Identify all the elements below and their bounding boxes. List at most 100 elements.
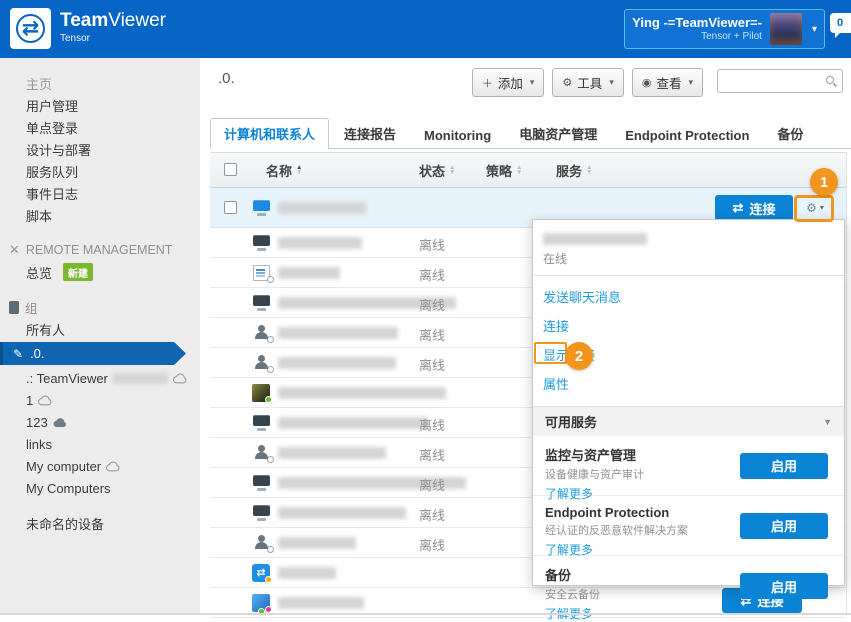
redacted-device-name <box>543 233 647 245</box>
groups-icon <box>9 301 19 314</box>
activate-button[interactable]: 启用 <box>740 513 828 539</box>
tools-button[interactable]: ⚙ 工具 ▾ <box>552 68 623 97</box>
presence-dot <box>267 366 274 373</box>
chevron-down-icon: ▼ <box>823 417 832 427</box>
chat-bubble-badge[interactable]: 0 <box>830 13 851 33</box>
device-type-icon <box>252 564 270 582</box>
view-button[interactable]: ◉ 查看 ▾ <box>632 68 703 97</box>
status-cell: 离线 <box>419 355 445 374</box>
tab[interactable]: 备份 <box>764 119 816 148</box>
connect-button[interactable]: ⇄连接 <box>715 195 793 221</box>
sidebar-group-item[interactable]: My computer <box>0 455 200 477</box>
account-license: Tensor + Pilot <box>632 31 762 44</box>
column-header[interactable]: 策略 ▲▼ <box>486 153 522 187</box>
sidebar-group-item[interactable]: .: TeamViewer <box>0 367 200 389</box>
sidebar-group-item[interactable]: links <box>0 433 200 455</box>
sidebar-item-unnamed-devices[interactable]: 未命名的设备 <box>0 512 200 534</box>
status-cell: 离线 <box>419 445 445 464</box>
status-cell: 离线 <box>419 265 445 284</box>
status-cell: 离线 <box>419 325 445 344</box>
tab[interactable]: 计算机和联系人 <box>210 118 329 149</box>
sidebar-group-item-selected[interactable]: ✎ .0. <box>0 342 186 365</box>
brand-team: Team <box>60 10 108 31</box>
search-icon <box>826 76 834 84</box>
tab-bar: 计算机和联系人连接报告Monitoring电脑资产管理Endpoint Prot… <box>210 122 851 149</box>
account-text: Ying -=TeamViewer=- Tensor + Pilot <box>632 15 762 44</box>
cloud-outline-icon <box>106 461 121 472</box>
status-cell: 离线 <box>419 235 445 254</box>
context-menu-item[interactable]: 连接 <box>533 311 844 340</box>
sidebar-item[interactable]: 脚本 <box>0 204 200 226</box>
account-name: Ying -=TeamViewer=- <box>632 15 762 31</box>
row-checkbox[interactable] <box>224 201 237 214</box>
sidebar-group-item[interactable]: 123 <box>0 411 200 433</box>
service-row: 监控与资产管理 设备健康与资产审计 了解更多 启用 <box>533 436 844 496</box>
device-context-menu: 在线 发送聊天消息连接显示连接属性 可用服务 ▼ 监控与资产管理 设备健康与资产… <box>532 219 845 586</box>
annotation-highlight-properties <box>534 342 567 364</box>
teamviewer-logo[interactable]: ⇄ <box>10 8 51 49</box>
sidebar-item[interactable]: 事件日志 <box>0 182 200 204</box>
plus-icon: ＋ <box>482 75 493 91</box>
device-type-icon <box>252 384 270 402</box>
brand-tensor: Tensor <box>60 33 166 44</box>
page-title: .0. <box>218 70 235 87</box>
search-input[interactable] <box>717 69 843 93</box>
sidebar-remote-management-header: ✕ REMOTE MANAGEMENT <box>0 239 200 261</box>
column-header[interactable]: 状态 ▲▼ <box>419 153 455 187</box>
device-type-icon <box>252 264 272 282</box>
add-button[interactable]: ＋ 添加 ▾ <box>472 68 545 97</box>
redacted-device-name <box>278 537 356 549</box>
gear-icon: ⚙ <box>562 76 572 89</box>
sort-arrows-icon: ▲▼ <box>296 165 302 175</box>
sidebar-group-item[interactable]: 所有人 <box>0 318 200 340</box>
redacted-device-name <box>278 202 366 214</box>
cloud-outline-icon <box>173 373 188 384</box>
redacted-device-name <box>278 387 446 399</box>
sidebar-group-list: 所有人 ✎ .0. .: TeamViewer 1 123 links My c… <box>0 318 200 499</box>
context-menu-item[interactable]: 属性 <box>533 369 844 398</box>
tab[interactable]: Endpoint Protection <box>612 123 762 148</box>
sidebar-item[interactable]: 用户管理 <box>0 94 200 116</box>
teamviewer-logo-icon: ⇄ <box>16 14 45 43</box>
device-type-icon <box>252 354 272 372</box>
device-type-icon <box>252 594 270 612</box>
chevron-down-icon: ▾ <box>688 77 693 88</box>
device-type-icon <box>252 474 272 492</box>
sidebar: 主页用户管理单点登录设计与部署服务队列事件日志脚本 ✕ REMOTE MANAG… <box>0 58 200 615</box>
tab[interactable]: Monitoring <box>411 123 504 148</box>
context-device-name <box>533 220 844 247</box>
tab[interactable]: 电脑资产管理 <box>506 119 610 148</box>
chevron-down-icon: ▾ <box>530 77 535 88</box>
sidebar-item[interactable]: 主页 <box>0 72 200 94</box>
sidebar-item[interactable]: 单点登录 <box>0 116 200 138</box>
toolbar-buttons: ＋ 添加 ▾ ⚙ 工具 ▾ ◉ 查看 ▾ <box>472 68 703 97</box>
column-header[interactable]: 服务 ▲▼ <box>556 153 592 187</box>
sidebar-item[interactable]: 服务队列 <box>0 160 200 182</box>
available-services-header[interactable]: 可用服务 ▼ <box>533 406 844 436</box>
remote-management-icon: ✕ <box>9 242 20 258</box>
sidebar-item[interactable]: 设计与部署 <box>0 138 200 160</box>
redacted-device-name <box>278 597 364 609</box>
status-cell: 离线 <box>419 535 445 554</box>
annotation-step-2: 2 <box>565 342 593 370</box>
sidebar-item-overview[interactable]: 总览 新建 <box>0 261 200 283</box>
device-type-icon <box>252 504 272 522</box>
presence-dot <box>267 546 274 553</box>
column-header[interactable]: 名称 ▲▼ <box>266 153 302 187</box>
sidebar-group-item[interactable]: 1 <box>0 389 200 411</box>
activate-button[interactable]: 启用 <box>740 453 828 479</box>
sidebar-group-item[interactable]: My Computers <box>0 477 200 499</box>
context-menu-item[interactable]: 发送聊天消息 <box>533 282 844 311</box>
status-cell: 离线 <box>419 415 445 434</box>
tab[interactable]: 连接报告 <box>331 119 409 148</box>
connect-arrows-icon: ⇄ <box>733 200 744 216</box>
account-menu[interactable]: Ying -=TeamViewer=- Tensor + Pilot ▾ <box>624 9 825 49</box>
select-all-checkbox[interactable] <box>224 163 237 176</box>
brand-text: TeamViewer Tensor <box>60 11 166 44</box>
activate-button[interactable]: 启用 <box>740 573 828 599</box>
account-caret-icon: ▾ <box>812 24 817 35</box>
chevron-down-icon: ▾ <box>609 77 614 88</box>
redacted-text <box>113 373 168 384</box>
context-device-status: 在线 <box>533 247 844 275</box>
new-badge: 新建 <box>63 263 93 281</box>
